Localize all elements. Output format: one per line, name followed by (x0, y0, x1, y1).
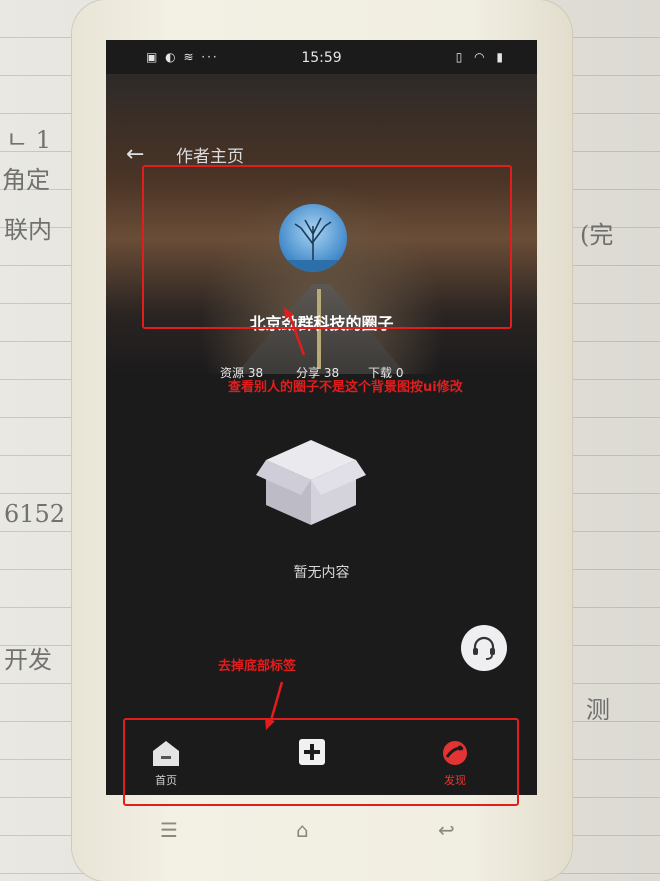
empty-state-message: 暂无内容 (293, 565, 350, 581)
annotation-box-profile (142, 165, 512, 329)
annotation-note-profile: 查看别人的圈子不是这个背景图按ui修改 (228, 380, 463, 395)
phone-screen: ▣ ◐ ≋ ··· 15:59 ▯ ◠ ▮ ← 作者主页 北京劲群科技的圈子 资… (106, 40, 537, 795)
menu-key-icon[interactable]: ☰ (160, 818, 178, 842)
status-bar: ▣ ◐ ≋ ··· 15:59 ▯ ◠ ▮ (106, 40, 537, 74)
back-key-icon[interactable]: ↩ (438, 818, 455, 842)
home-key-icon[interactable]: ⌂ (296, 818, 309, 842)
handwriting: 角定 (2, 166, 50, 194)
handwriting: 测 (586, 696, 610, 724)
handwriting: 联内 (4, 216, 52, 244)
handwriting: (完 (580, 221, 614, 249)
page-title: 作者主页 (176, 147, 244, 167)
customer-service-button[interactable] (461, 625, 507, 671)
handwriting: 6152 (4, 500, 66, 528)
handwriting: 开发 (4, 646, 52, 674)
annotation-arrow-icon (284, 307, 306, 356)
phone-hardware-keys: ☰ ⌂ ↩ (150, 818, 490, 848)
handwriting: ㄴ 1 (6, 126, 51, 154)
empty-box-icon (256, 440, 366, 525)
status-signal-wifi-battery-icons: ▯ ◠ ▮ (455, 50, 507, 64)
annotation-box-tabbar (123, 718, 519, 806)
headset-icon (473, 636, 495, 660)
annotation-note-tabbar: 去掉底部标签 (218, 659, 297, 674)
back-arrow-icon[interactable]: ← (126, 144, 144, 166)
